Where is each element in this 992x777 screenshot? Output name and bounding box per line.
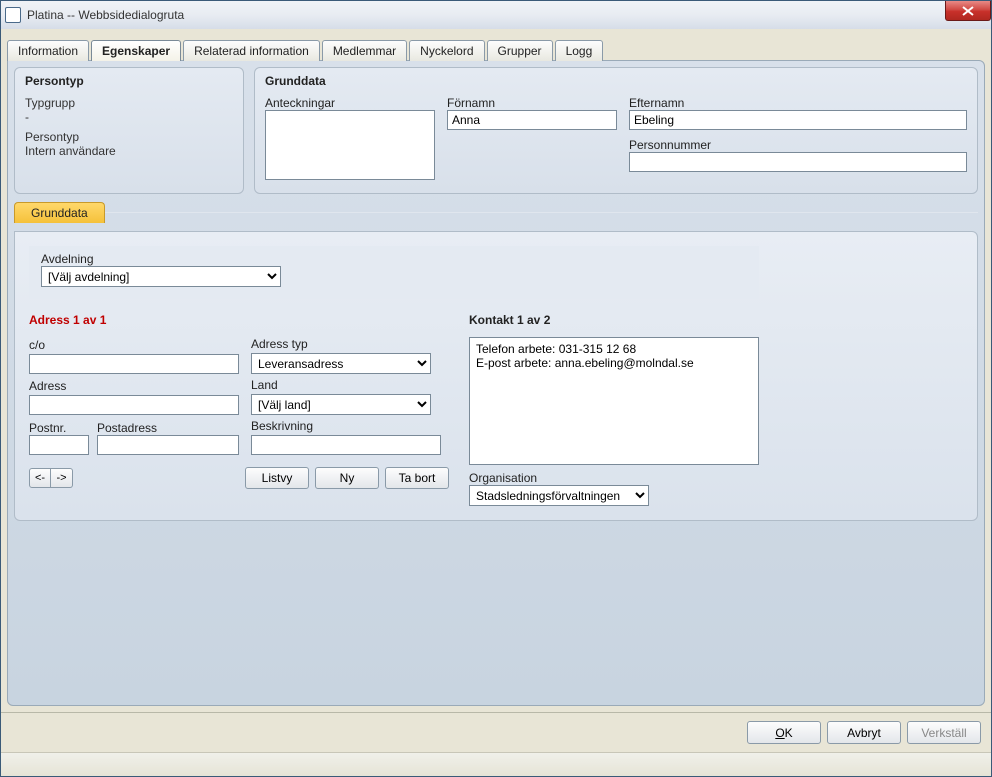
- grunddata-header: Grunddata: [265, 74, 967, 88]
- subtab-line: [105, 212, 978, 213]
- app-icon: [5, 7, 21, 23]
- listvy-button[interactable]: Listvy: [245, 467, 309, 489]
- adresstyp-label: Adress typ: [251, 337, 441, 351]
- addr-contact-row: Adress 1 av 1 c/o Adress typ Leveransadr…: [29, 307, 759, 506]
- efternamn-input[interactable]: [629, 110, 967, 130]
- co-label: c/o: [29, 338, 239, 352]
- status-strip: [1, 752, 991, 776]
- subtab-grunddata[interactable]: Grunddata: [14, 202, 105, 223]
- contact-line: E-post arbete: anna.ebeling@molndal.se: [476, 356, 752, 370]
- anteckningar-label: Anteckningar: [265, 96, 435, 110]
- subtab-row: Grunddata: [14, 202, 978, 223]
- tab-grupper[interactable]: Grupper: [487, 40, 553, 61]
- land-label: Land: [251, 378, 441, 392]
- personnummer-input[interactable]: [629, 152, 967, 172]
- persontyp-value: Intern användare: [25, 144, 233, 158]
- fornamn-input[interactable]: [447, 110, 617, 130]
- organisation-label: Organisation: [469, 471, 759, 485]
- tab-information[interactable]: Information: [7, 40, 89, 61]
- ny-button[interactable]: Ny: [315, 467, 379, 489]
- contact-title: Kontakt 1 av 2: [469, 313, 759, 327]
- postadress-label: Postadress: [97, 421, 239, 435]
- tab-medlemmar[interactable]: Medlemmar: [322, 40, 407, 61]
- contact-line: Telefon arbete: 031-315 12 68: [476, 342, 752, 356]
- ok-button[interactable]: OK: [747, 721, 821, 744]
- grunddata-panel: Grunddata Förnamn Efternamn Anteckningar: [254, 67, 978, 194]
- tab-relaterad-information[interactable]: Relaterad information: [183, 40, 320, 61]
- close-button[interactable]: [945, 1, 991, 21]
- typgrupp-value: -: [25, 110, 233, 124]
- postnr-label: Postnr.: [29, 421, 89, 435]
- tabstrip: Information Egenskaper Relaterad informa…: [7, 35, 985, 60]
- beskrivning-input[interactable]: [251, 435, 441, 455]
- titlebar: Platina -- Webbsidedialogruta: [1, 1, 991, 29]
- tab-egenskaper[interactable]: Egenskaper: [91, 40, 181, 61]
- organisation-select[interactable]: Stadsledningsförvaltningen: [469, 485, 649, 506]
- persontyp-label: Persontyp: [25, 130, 233, 144]
- window-title: Platina -- Webbsidedialogruta: [27, 8, 184, 22]
- contact-list[interactable]: Telefon arbete: 031-315 12 68 E-post arb…: [469, 337, 759, 465]
- postadress-input[interactable]: [97, 435, 239, 455]
- typgrupp-label: Typgrupp: [25, 96, 233, 110]
- contact-section: Kontakt 1 av 2 Telefon arbete: 031-315 1…: [469, 307, 759, 506]
- address-next-button[interactable]: ->: [51, 468, 73, 488]
- land-select[interactable]: [Välj land]: [251, 394, 431, 415]
- footer-bar: OK Avbryt Verkställ: [1, 712, 991, 752]
- tab-nyckelord[interactable]: Nyckelord: [409, 40, 484, 61]
- content-area: Information Egenskaper Relaterad informa…: [1, 29, 991, 712]
- address-title: Adress 1 av 1: [29, 313, 449, 327]
- co-input[interactable]: [29, 354, 239, 374]
- persontyp-panel: Persontyp Typgrupp - Persontyp Intern an…: [14, 67, 244, 194]
- efternamn-label: Efternamn: [629, 96, 967, 110]
- lower-area: Avdelning [Välj avdelning] Adress 1 av 1…: [14, 231, 978, 521]
- postnr-input[interactable]: [29, 435, 89, 455]
- adress-label: Adress: [29, 379, 239, 393]
- personnummer-label: Personnummer: [629, 138, 967, 152]
- address-nav: <- ->: [29, 468, 73, 488]
- persontyp-header: Persontyp: [25, 74, 233, 88]
- avdelning-label: Avdelning: [41, 252, 747, 266]
- avdelning-select[interactable]: [Välj avdelning]: [41, 266, 281, 287]
- dialog-window: Platina -- Webbsidedialogruta Informatio…: [0, 0, 992, 777]
- address-section: Adress 1 av 1 c/o Adress typ Leveransadr…: [29, 307, 449, 506]
- beskrivning-label: Beskrivning: [251, 419, 441, 433]
- apply-button[interactable]: Verkställ: [907, 721, 981, 744]
- tabort-button[interactable]: Ta bort: [385, 467, 449, 489]
- top-row: Persontyp Typgrupp - Persontyp Intern an…: [14, 67, 978, 194]
- adresstyp-select[interactable]: Leveransadress: [251, 353, 431, 374]
- close-icon: [962, 6, 974, 16]
- adress-input[interactable]: [29, 395, 239, 415]
- main-panel: Persontyp Typgrupp - Persontyp Intern an…: [7, 60, 985, 706]
- fornamn-label: Förnamn: [447, 96, 617, 110]
- tab-logg[interactable]: Logg: [555, 40, 604, 61]
- cancel-button[interactable]: Avbryt: [827, 721, 901, 744]
- anteckningar-input[interactable]: [265, 110, 435, 180]
- avdelning-block: Avdelning [Välj avdelning]: [29, 246, 759, 299]
- address-prev-button[interactable]: <-: [29, 468, 51, 488]
